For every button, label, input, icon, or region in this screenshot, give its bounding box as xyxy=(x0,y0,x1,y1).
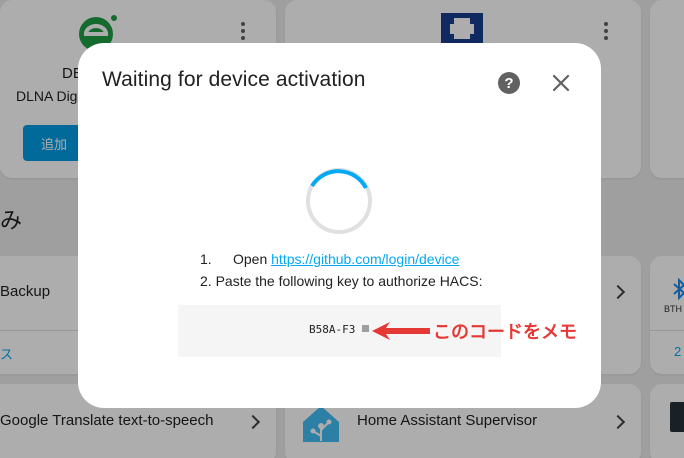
device-activation-dialog: Waiting for device activation ? 1. Open h… xyxy=(78,43,601,408)
close-icon[interactable] xyxy=(550,72,572,94)
help-icon[interactable]: ? xyxy=(498,72,520,94)
step-2: 2. Paste the following key to authorize … xyxy=(200,273,483,289)
step-1-text: Open xyxy=(233,251,272,267)
github-device-link[interactable]: https://github.com/login/device xyxy=(271,251,459,267)
copy-icon[interactable] xyxy=(362,325,369,332)
dialog-title: Waiting for device activation xyxy=(102,68,366,91)
loading-spinner-icon xyxy=(306,168,372,234)
step-1: 1. Open https://github.com/login/device xyxy=(200,248,482,270)
annotation-arrow-icon xyxy=(372,322,430,340)
instructions: 1. Open https://github.com/login/device 2… xyxy=(200,248,482,292)
stage: DE DLNA Digi 追加 み Backup ス BTH 2 Google … xyxy=(0,0,684,458)
annotation-text: このコードをメモ xyxy=(433,322,577,343)
device-code[interactable]: B58A-F3 xyxy=(309,323,355,336)
step-1-number: 1. xyxy=(200,251,212,267)
